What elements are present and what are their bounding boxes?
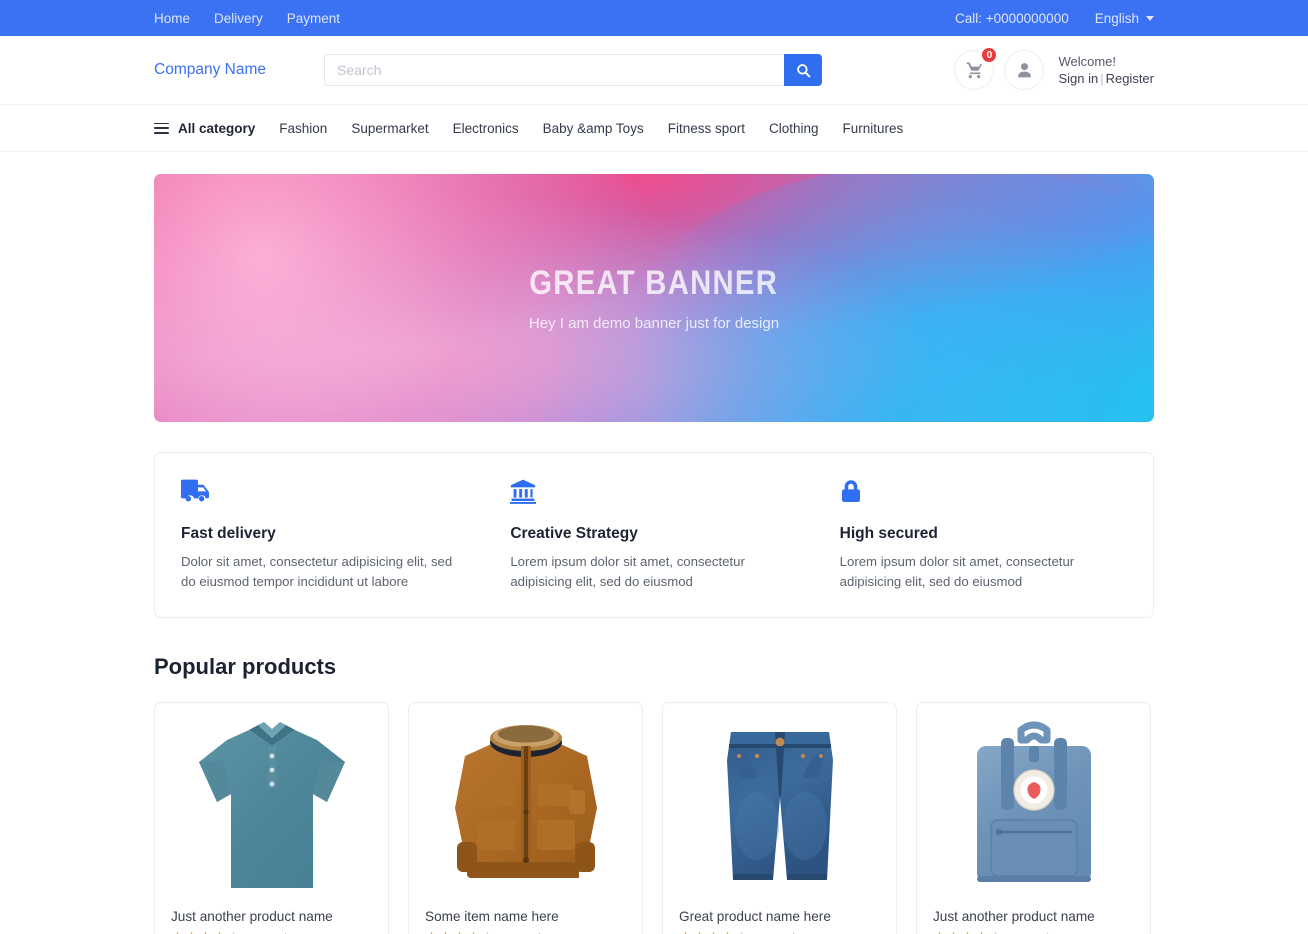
teal-polo-shirt-icon <box>198 721 345 888</box>
call-phone-link[interactable]: Call: +0000000000 <box>955 11 1069 26</box>
cart-button[interactable]: 0 <box>954 46 999 90</box>
features-panel: Fast delivery Dolor sit amet, consectetu… <box>154 452 1154 618</box>
topbar-left-links: Home Delivery Payment <box>154 11 340 26</box>
account-button[interactable] <box>1004 50 1045 90</box>
product-card[interactable]: Just another product name ★ ★ ★ ★ ★ 34 r… <box>154 701 389 934</box>
product-image <box>155 703 388 899</box>
search-bar <box>324 54 822 86</box>
brown-fur-hood-parka-icon <box>454 724 597 878</box>
feature-description: Lorem ipsum dolor sit amet, consectetur … <box>839 554 1075 590</box>
shopping-cart-icon <box>966 62 982 79</box>
welcome-greeting: Welcome! <box>1058 53 1116 69</box>
feature-title: High secured <box>839 525 938 542</box>
blue-denim-shorts-icon <box>726 731 833 880</box>
feature-high-secured: High secured Lorem ipsum dolor sit amet,… <box>824 479 1153 593</box>
product-name: Just another product name <box>171 908 333 924</box>
search-icon <box>796 63 810 77</box>
product-name: Just another product name <box>933 908 1095 924</box>
banner-subtitle: Hey I am demo banner just for design <box>528 315 780 332</box>
popular-products-heading: Popular products <box>154 653 337 679</box>
all-category-button[interactable]: All category <box>154 121 255 136</box>
product-image <box>409 703 642 899</box>
language-selector[interactable]: English <box>1095 11 1154 26</box>
feature-description: Lorem ipsum dolor sit amet, consectetur … <box>510 554 745 590</box>
product-card[interactable]: Some item name here ★ ★ ★ ★ ★ 34 reviws <box>408 701 643 934</box>
feature-title: Fast delivery <box>181 525 276 542</box>
feature-description: Dolor sit amet, consectetur adipisicing … <box>181 554 453 590</box>
feature-fast-delivery: Fast delivery Dolor sit amet, consectetu… <box>155 479 494 593</box>
hero-banner[interactable]: GREAT BANNER Hey I am demo banner just f… <box>154 174 1154 422</box>
all-category-label: All category <box>178 120 256 136</box>
topbar-right-links: Call: +0000000000 English <box>955 11 1154 26</box>
language-label: English <box>1094 10 1139 26</box>
lock-icon <box>841 480 860 502</box>
category-link-fashion[interactable]: Fashion <box>279 121 327 136</box>
cart-count-badge: 0 <box>980 46 999 64</box>
welcome-separator: | <box>1100 71 1104 86</box>
page-content: GREAT BANNER Hey I am demo banner just f… <box>154 174 1154 934</box>
feature-creative-strategy: Creative Strategy Lorem ipsum dolor sit … <box>494 479 823 593</box>
blue-backpack-icon <box>976 721 1091 882</box>
product-name: Great product name here <box>679 908 831 924</box>
category-link-furnitures[interactable]: Furnitures <box>843 121 904 136</box>
topbar-link-home[interactable]: Home <box>154 11 190 26</box>
account-welcome: Welcome! Sign in | Register <box>1058 53 1154 87</box>
banner-title: GREAT BANNER <box>529 264 779 302</box>
product-name: Some item name here <box>425 908 559 924</box>
product-image <box>663 703 896 899</box>
category-link-clothing[interactable]: Clothing <box>769 121 819 136</box>
product-card[interactable]: Great product name here ★ ★ ★ ★ ★ 34 rev… <box>662 701 897 934</box>
search-button[interactable] <box>784 54 822 86</box>
category-nav: All category Fashion Supermarket Electro… <box>0 104 1308 152</box>
delivery-truck-icon <box>181 479 209 502</box>
hamburger-menu-icon <box>154 122 169 134</box>
product-image <box>917 703 1150 899</box>
category-link-electronics[interactable]: Electronics <box>453 121 519 136</box>
header-actions: 0 Welcome! Sign in | Register <box>954 46 1154 90</box>
user-icon <box>1018 62 1031 77</box>
topbar-link-payment[interactable]: Payment <box>287 11 340 26</box>
chevron-down-icon <box>1146 15 1154 21</box>
top-utility-bar: Home Delivery Payment Call: +0000000000 … <box>0 0 1308 36</box>
search-input[interactable] <box>324 54 784 86</box>
site-header: Company Name 0 <box>0 36 1308 104</box>
category-link-baby-toys[interactable]: Baby &amp Toys <box>543 121 644 136</box>
brand-logo-link[interactable]: Company Name <box>154 61 324 79</box>
sign-in-link[interactable]: Sign in <box>1058 71 1098 86</box>
category-link-supermarket[interactable]: Supermarket <box>351 121 428 136</box>
feature-title: Creative Strategy <box>510 525 638 542</box>
product-grid: Just another product name ★ ★ ★ ★ ★ 34 r… <box>154 701 1154 934</box>
category-link-fitness-sport[interactable]: Fitness sport <box>668 121 745 136</box>
product-card[interactable]: Just another product name ★ ★ ★ ★ ★ 34 r… <box>916 701 1151 934</box>
topbar-link-delivery[interactable]: Delivery <box>214 11 263 26</box>
bank-building-icon <box>510 479 537 504</box>
register-link[interactable]: Register <box>1106 71 1154 86</box>
